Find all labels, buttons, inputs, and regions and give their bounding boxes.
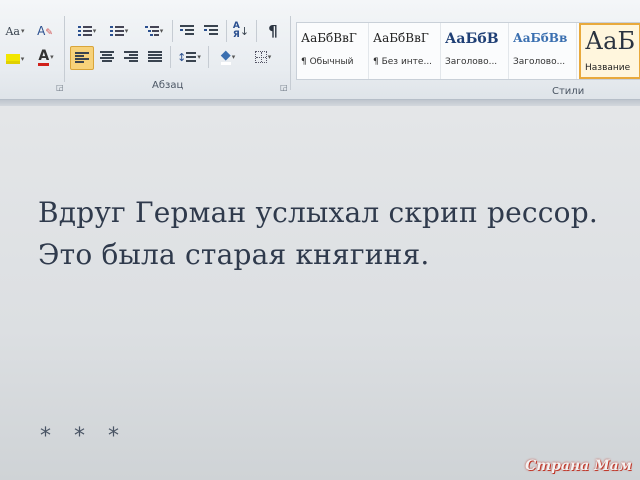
style-title[interactable]: АаБ Название: [579, 23, 640, 79]
sort-arrow-icon: ↓: [239, 24, 250, 38]
separator: [226, 20, 227, 42]
style-name: ¶ Обычный: [301, 57, 354, 67]
group-separator: [64, 16, 65, 82]
paragraph-group-label: Абзац: [152, 80, 184, 91]
font-dialog-launcher-icon[interactable]: ◲: [56, 84, 64, 92]
align-left-button[interactable]: [70, 46, 94, 70]
section-separator[interactable]: * * *: [40, 424, 127, 449]
justify-icon: [148, 51, 162, 63]
pilcrow-icon: ¶: [268, 22, 278, 40]
line-spacing-button[interactable]: ↕ ▾: [174, 46, 204, 68]
chevron-down-icon: ▾: [197, 53, 201, 61]
sort-icon: АЯ: [232, 21, 240, 40]
numbered-list-icon: [109, 25, 124, 37]
ribbon: Aa ▾ A✎ ▾ A ▾ ▾ ▾ ▾ А Я ↓ ¶ ↕ ▾ ◆ ▾ ▾ Аб…: [0, 0, 640, 100]
paint-bucket-icon: ◆: [220, 48, 231, 65]
separator: [208, 46, 209, 68]
bullets-button[interactable]: ▾: [72, 20, 102, 42]
decrease-indent-button[interactable]: [176, 20, 198, 42]
chevron-down-icon: ▾: [267, 53, 272, 61]
increase-indent-icon: [204, 25, 218, 37]
chevron-down-icon: ▾: [21, 27, 25, 35]
chevron-down-icon: ▾: [124, 27, 129, 35]
styles-group-label: Стили: [552, 86, 585, 97]
chevron-down-icon: ▾: [92, 27, 97, 35]
align-center-button[interactable]: [96, 46, 118, 68]
multilevel-list-icon: [144, 25, 159, 37]
style-name: ¶ Без инте...: [373, 57, 433, 67]
multilevel-list-button[interactable]: ▾: [138, 20, 170, 42]
align-left-icon: [75, 52, 89, 64]
group-separator: [290, 16, 291, 90]
style-sample: АаБ: [585, 27, 636, 55]
line-spacing-icon: ↕: [177, 50, 187, 64]
style-no-spacing[interactable]: АаБбВвГ ¶ Без инте...: [369, 23, 441, 79]
align-right-button[interactable]: [120, 46, 142, 68]
style-name: Заголово...: [445, 57, 498, 67]
style-name: Заголово...: [513, 57, 566, 67]
highlighter-icon: [5, 54, 20, 64]
style-sample: АаБбВвГ: [301, 31, 357, 45]
separator: [256, 20, 257, 42]
increase-indent-button[interactable]: [200, 20, 222, 42]
clear-formatting-button[interactable]: A✎: [34, 20, 56, 42]
styles-gallery: АаБбВвГ ¶ Обычный АаБбВвГ ¶ Без инте... …: [296, 22, 640, 80]
clear-formatting-icon: A✎: [37, 24, 53, 38]
style-sample: АаБбВв: [513, 31, 568, 45]
chevron-down-icon: ▾: [231, 53, 236, 61]
highlight-color-button[interactable]: ▾: [0, 48, 30, 70]
style-sample: АаБбВвГ: [373, 31, 429, 45]
align-center-icon: [100, 51, 114, 63]
separator: [172, 20, 173, 42]
watermark-logo: Страна Мам: [525, 458, 632, 474]
style-sample: АаБбВ: [445, 31, 499, 47]
decrease-indent-icon: [180, 25, 194, 37]
show-formatting-marks-button[interactable]: ¶: [262, 20, 284, 42]
font-color-icon: A: [38, 47, 50, 66]
sort-button[interactable]: А Я ↓: [230, 20, 252, 42]
document-line-2[interactable]: Это была старая княгиня.: [38, 238, 429, 271]
change-case-label: Aa: [5, 24, 20, 38]
borders-button[interactable]: ▾: [248, 46, 278, 68]
font-color-button[interactable]: A ▾: [32, 46, 60, 68]
style-heading-2[interactable]: АаБбВв Заголово...: [509, 23, 577, 79]
document-line-1[interactable]: Вдруг Герман услыхал скрип рессор.: [38, 196, 598, 229]
line-spacing-lines-icon: [186, 51, 197, 63]
chevron-down-icon: ▾: [159, 27, 164, 35]
paragraph-dialog-launcher-icon[interactable]: ◲: [280, 84, 288, 92]
style-heading-1[interactable]: АаБбВ Заголово...: [441, 23, 509, 79]
style-name: Название: [585, 63, 631, 73]
align-right-icon: [124, 51, 138, 63]
style-normal[interactable]: АаБбВвГ ¶ Обычный: [297, 23, 369, 79]
chevron-down-icon: ▾: [50, 53, 54, 61]
numbering-button[interactable]: ▾: [104, 20, 134, 42]
borders-icon: [254, 51, 267, 63]
separator: [170, 46, 171, 68]
chevron-down-icon: ▾: [20, 55, 25, 63]
justify-button[interactable]: [144, 46, 166, 68]
bullet-list-icon: [77, 25, 92, 37]
change-case-button[interactable]: Aa ▾: [2, 20, 28, 42]
shading-button[interactable]: ◆ ▾: [212, 46, 244, 68]
